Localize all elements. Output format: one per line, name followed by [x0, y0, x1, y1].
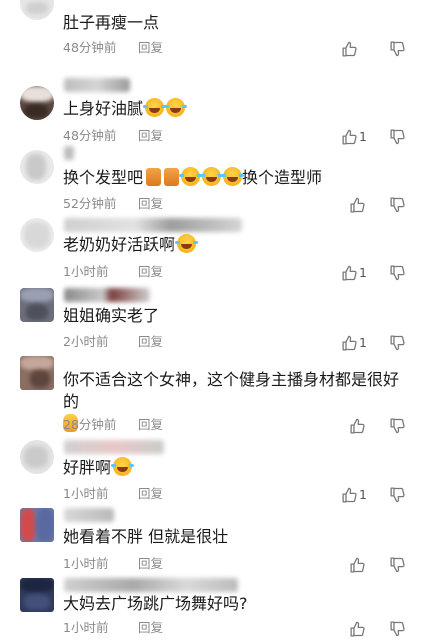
- thumbs-down-icon: [389, 334, 406, 351]
- thumbs-up-icon: [341, 265, 358, 282]
- comment-time: 52分钟前: [63, 196, 117, 211]
- comment-text-content: 你不适合这个女神，这个健身主播身材都是很好的: [63, 370, 400, 411]
- thumbs-down-icon: [389, 264, 406, 281]
- thumbs-down-icon: [389, 128, 406, 145]
- dislike-button[interactable]: [389, 40, 406, 58]
- thumbs-up-icon: [349, 197, 366, 214]
- reply-button[interactable]: 回复: [138, 40, 163, 56]
- avatar[interactable]: [20, 356, 54, 390]
- comment-text: 她看着不胖 但就是很壮: [63, 527, 229, 546]
- reply-button[interactable]: 回复: [138, 196, 163, 212]
- thumbs-down-icon: [389, 556, 406, 573]
- reply-button[interactable]: 回复: [138, 334, 163, 350]
- like-button[interactable]: 1: [341, 334, 367, 352]
- like-button[interactable]: 1: [341, 486, 367, 504]
- reply-button[interactable]: 回复: [138, 264, 163, 280]
- laughing-crying-emoji-icon: [143, 98, 167, 117]
- username[interactable]: [64, 578, 238, 592]
- thumbs-down-icon: [389, 417, 406, 434]
- dislike-button[interactable]: [389, 556, 406, 574]
- avatar[interactable]: [20, 0, 54, 20]
- comment-time: 1小时前: [63, 556, 109, 571]
- username[interactable]: [64, 440, 164, 454]
- like-count: 1: [359, 265, 367, 280]
- like-count: 1: [359, 129, 367, 144]
- like-button[interactable]: [349, 556, 366, 574]
- dislike-button[interactable]: [389, 128, 406, 146]
- thumbs-up-icon: [349, 621, 366, 638]
- reply-button[interactable]: 回复: [138, 556, 163, 572]
- thumbs-down-icon: [389, 486, 406, 503]
- like-button[interactable]: 1: [341, 128, 367, 146]
- avatar[interactable]: [20, 86, 54, 120]
- comment-time: 48分钟前: [63, 40, 117, 55]
- thumbs-up-icon: [341, 487, 358, 504]
- comment-text-content: 换个造型师: [242, 168, 323, 187]
- reply-button[interactable]: 回复: [138, 620, 163, 636]
- comment-time: 1小时前: [63, 620, 109, 635]
- comment-text: 大妈去广场跳广场舞好吗?: [63, 594, 248, 613]
- like-count: 1: [359, 487, 367, 502]
- comment-text-content: 换个发型吧: [63, 168, 144, 187]
- dislike-button[interactable]: [389, 620, 406, 638]
- thumbs-down-icon: [389, 620, 406, 637]
- comment-text: 老奶奶好活跃啊: [63, 234, 405, 256]
- laughing-crying-emoji-icon: [111, 457, 135, 476]
- comment-text: 姐姐确实老了: [63, 306, 160, 325]
- avatar[interactable]: [20, 288, 54, 322]
- reply-button[interactable]: 回复: [138, 128, 163, 144]
- username[interactable]: [64, 218, 242, 232]
- avatar[interactable]: [20, 578, 54, 612]
- fan-emoji-icon: [164, 168, 180, 186]
- comment-time: 1小时前: [63, 264, 109, 279]
- comment-text: 肚子再瘦一点: [63, 13, 160, 32]
- like-count: 1: [359, 335, 367, 350]
- like-button[interactable]: [349, 417, 366, 435]
- comment-text: 好胖啊: [63, 457, 405, 479]
- like-button[interactable]: 1: [341, 264, 367, 282]
- thumbs-up-icon: [349, 418, 366, 435]
- laughing-crying-emoji-icon: [200, 167, 224, 186]
- like-button[interactable]: [349, 620, 366, 638]
- dislike-button[interactable]: [389, 417, 406, 435]
- thumbs-down-icon: [389, 40, 406, 57]
- comment-text-content: 上身好油腻: [63, 99, 144, 118]
- thumbs-up-icon: [341, 41, 358, 58]
- username[interactable]: [64, 288, 150, 302]
- comment-time: 48分钟前: [63, 128, 117, 143]
- laughing-crying-emoji-icon: [179, 167, 203, 186]
- thumbs-up-icon: [341, 129, 358, 146]
- reply-button[interactable]: 回复: [138, 417, 163, 433]
- comment-time: 2小时前: [63, 334, 109, 349]
- thumbs-up-icon: [341, 335, 358, 352]
- dislike-button[interactable]: [389, 196, 406, 214]
- avatar[interactable]: [20, 218, 54, 252]
- like-button[interactable]: [341, 40, 358, 58]
- comment-text-content: 好胖啊: [63, 458, 112, 477]
- comment-text: 换个发型吧 换个造型师: [63, 167, 405, 189]
- reply-button[interactable]: 回复: [138, 486, 163, 502]
- comment-time: 28分钟前: [63, 417, 117, 432]
- fan-emoji-icon: [146, 168, 162, 186]
- comment-time: 1小时前: [63, 486, 109, 501]
- username[interactable]: [64, 508, 114, 522]
- dislike-button[interactable]: [389, 334, 406, 352]
- username[interactable]: [64, 146, 74, 160]
- dislike-button[interactable]: [389, 486, 406, 504]
- comment-text: 上身好油腻: [63, 98, 405, 120]
- like-button[interactable]: [349, 196, 366, 214]
- dislike-button[interactable]: [389, 264, 406, 282]
- avatar[interactable]: [20, 440, 54, 474]
- laughing-crying-emoji-icon: [221, 167, 245, 186]
- laughing-crying-emoji-icon: [175, 234, 199, 253]
- laughing-crying-emoji-icon: [164, 98, 188, 117]
- username[interactable]: [64, 78, 130, 92]
- avatar[interactable]: [20, 508, 54, 542]
- comment-text-content: 老奶奶好活跃啊: [63, 235, 176, 254]
- thumbs-up-icon: [349, 557, 366, 574]
- thumbs-down-icon: [389, 196, 406, 213]
- avatar[interactable]: [20, 150, 54, 184]
